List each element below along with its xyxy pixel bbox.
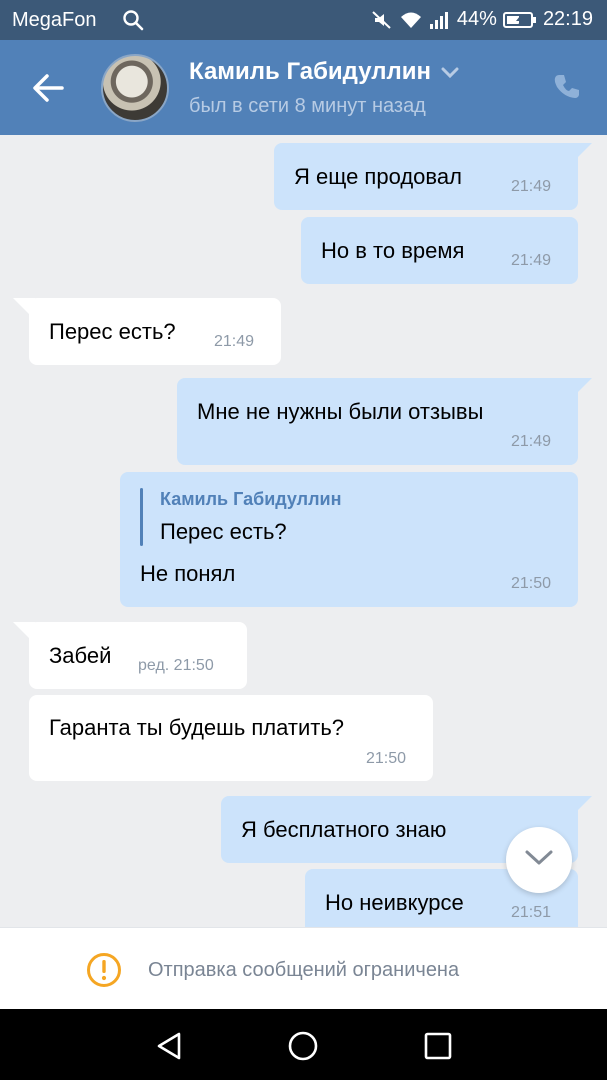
bubble-tail (570, 378, 592, 400)
message-time: ред. 21:50 (138, 657, 214, 674)
message-time: 21:49 (511, 178, 552, 195)
message-outgoing[interactable]: Мне не нужны были отзывы 21:49 (177, 378, 592, 465)
quote-author: Камиль Габидуллин (160, 489, 342, 509)
phone-icon[interactable] (552, 72, 582, 102)
message-time: 21:50 (366, 750, 407, 767)
message-text: Я бесплатного знаю (241, 817, 447, 842)
message-outgoing[interactable]: Я еще продовал 21:49 (274, 143, 592, 210)
search-icon (122, 9, 144, 37)
message-time: 21:49 (214, 333, 255, 350)
chevron-down-icon (441, 58, 459, 86)
message-text: Не понял (140, 561, 236, 586)
wifi-icon (399, 10, 423, 30)
avatar[interactable] (101, 54, 169, 122)
contact-title[interactable]: Камиль Габидуллин (189, 58, 459, 86)
restriction-text: Отправка сообщений ограничена (148, 959, 460, 981)
nav-back-icon[interactable] (153, 1029, 187, 1063)
bubble-tail (13, 622, 35, 644)
message-text: Я еще продовал (294, 164, 462, 189)
nav-home-icon[interactable] (286, 1029, 320, 1063)
message-text: Перес есть? (49, 319, 176, 344)
status-bar: MegaFon 44% 22:19 (0, 0, 607, 40)
clock: 22:19 (542, 8, 593, 30)
message-text: Гаранта ты будешь платить? (49, 715, 345, 740)
system-nav-bar (0, 1009, 607, 1080)
message-text: Но в то время (321, 238, 465, 263)
battery-percent: 44% (456, 8, 497, 30)
message-time: 21:51 (511, 904, 552, 921)
scroll-down-button[interactable] (506, 827, 572, 893)
message-incoming[interactable]: Перес есть? 21:49 (13, 298, 281, 365)
carrier-name: MegaFon (12, 9, 97, 31)
messaging-restricted-bar: Отправка сообщений ограничена (0, 927, 607, 1009)
message-outgoing-reply[interactable]: Камиль Габидуллин Перес есть? Не понял 2… (120, 472, 578, 607)
chevron-down-icon (524, 849, 554, 872)
warning-icon (86, 952, 122, 988)
message-text: Забей (49, 643, 112, 668)
mute-icon (371, 9, 393, 31)
message-incoming[interactable]: Гаранта ты будешь платить? 21:50 (29, 695, 433, 781)
quote-bar (140, 488, 143, 546)
message-incoming[interactable]: Забей ред. 21:50 (13, 622, 247, 689)
bubble-tail (570, 796, 592, 818)
chat-header: Камиль Габидуллин был в сети 8 минут наз… (0, 40, 607, 135)
message-time: 21:49 (511, 433, 552, 450)
contact-name: Камиль Габидуллин (189, 58, 431, 85)
back-arrow-icon[interactable] (28, 70, 68, 106)
contact-status: был в сети 8 минут назад (189, 95, 426, 117)
signal-icon (429, 10, 451, 30)
message-text: Мне не нужны были отзывы (197, 399, 484, 424)
message-time: 21:50 (511, 575, 552, 592)
battery-charging-icon (502, 11, 537, 29)
quote-text: Перес есть? (160, 519, 287, 544)
bubble-tail (13, 298, 35, 320)
nav-recents-icon[interactable] (421, 1029, 455, 1063)
message-time: 21:49 (511, 252, 552, 269)
bubble-tail (570, 143, 592, 165)
message-list[interactable]: Я еще продовал 21:49 Но в то время 21:49… (0, 135, 607, 927)
message-text: Но неивкурсе (325, 890, 464, 915)
message-outgoing[interactable]: Но в то время 21:49 (301, 217, 578, 284)
